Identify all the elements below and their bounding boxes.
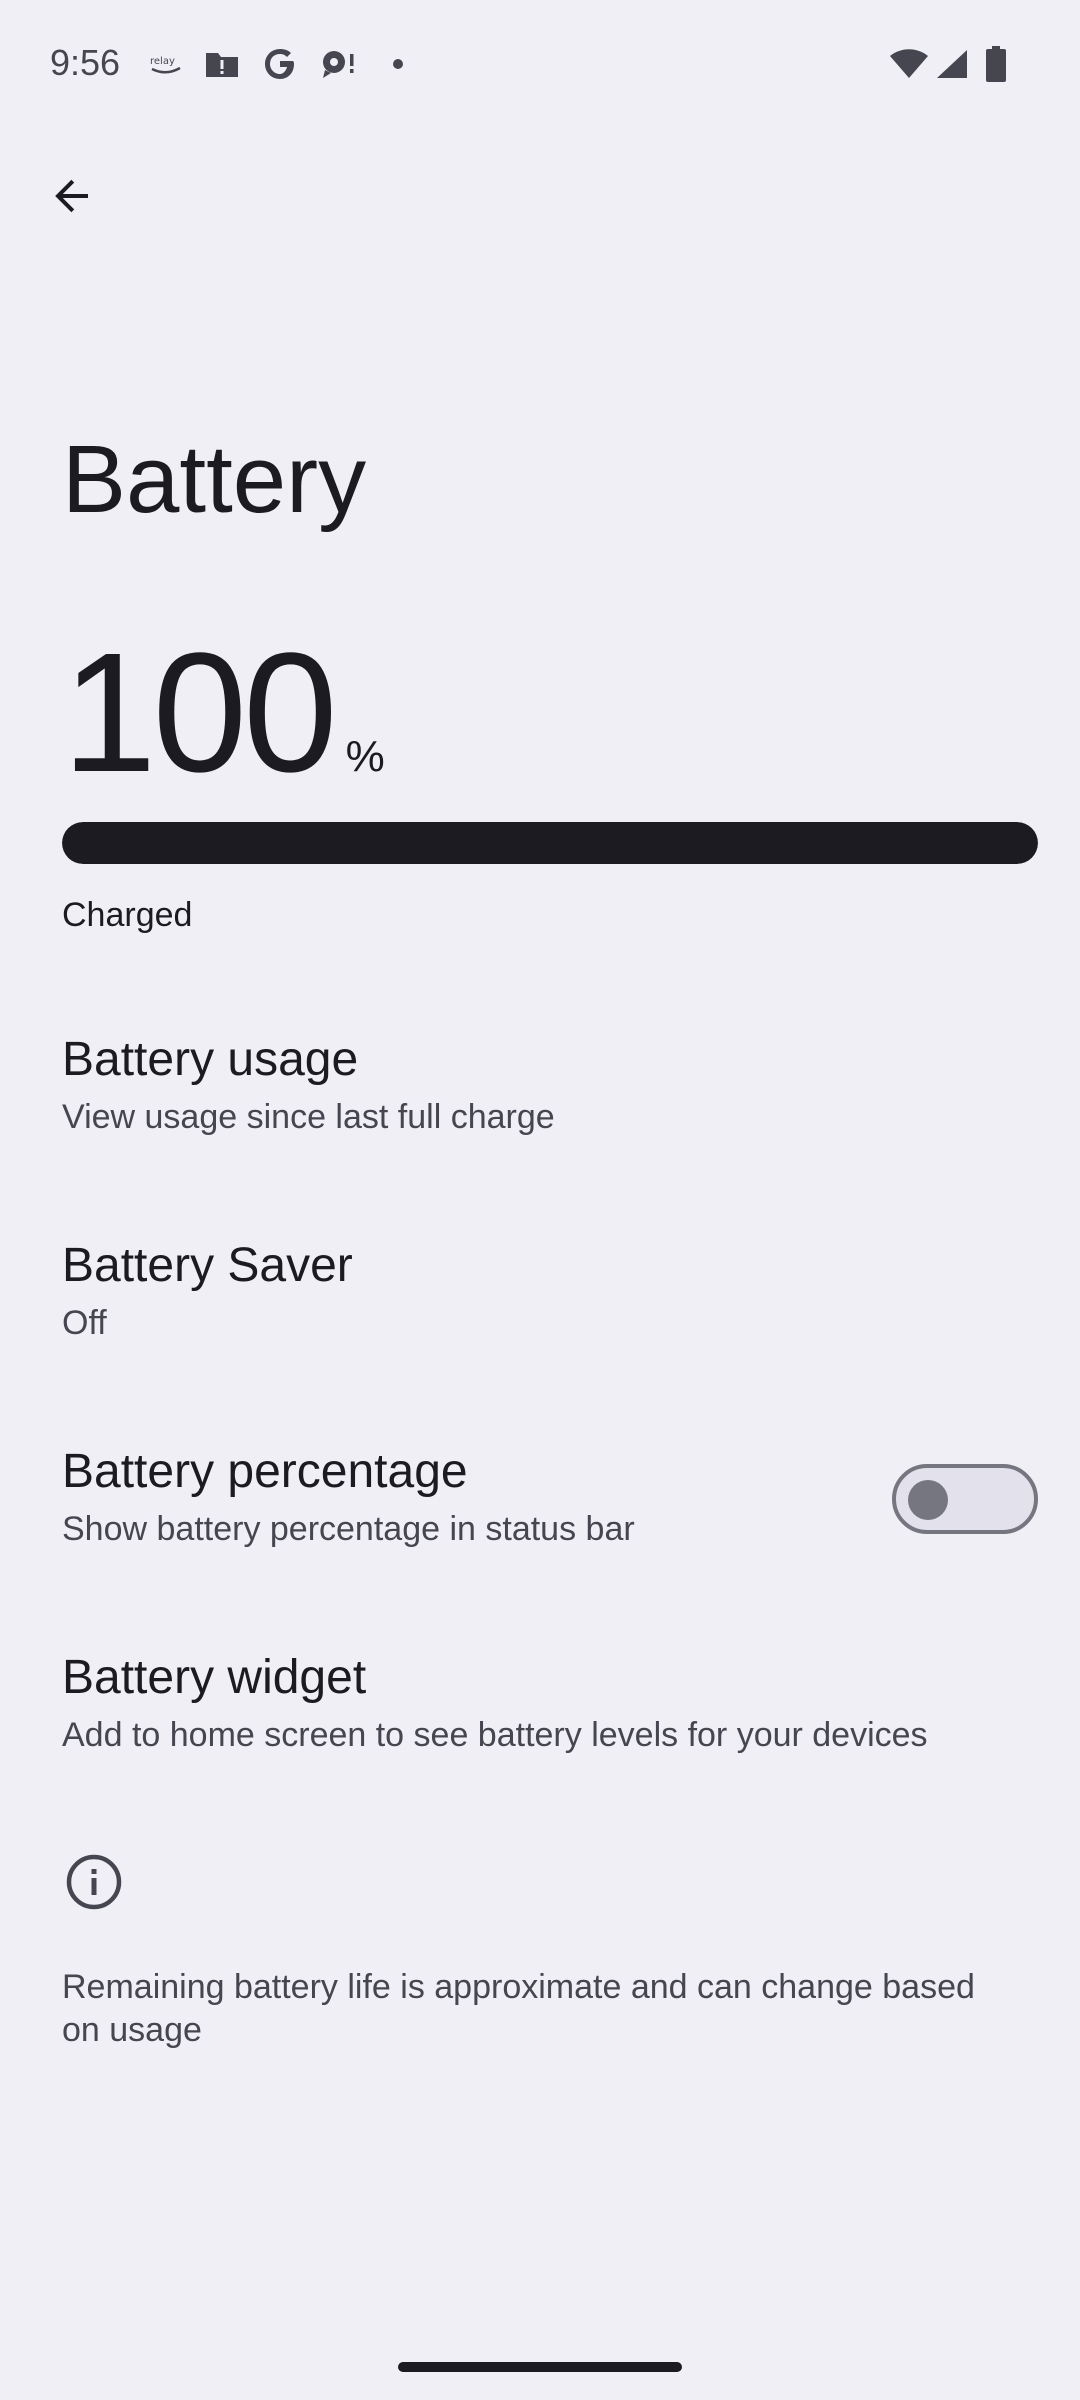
wifi-icon (888, 44, 930, 84)
pref-title: Battery Saver (62, 1239, 353, 1292)
battery-level-number: 100 (62, 618, 338, 808)
battery-level: 100 % (62, 628, 385, 798)
info-icon (64, 1852, 124, 1912)
back-button[interactable] (36, 160, 108, 232)
toggle-thumb (908, 1480, 948, 1520)
pref-title: Battery widget (62, 1651, 367, 1704)
alert-folder-icon (202, 44, 242, 84)
pref-title: Battery percentage (62, 1445, 468, 1498)
relay-icon: relay (146, 44, 186, 84)
status-time: 9:56 (50, 42, 121, 83)
dot-icon (388, 44, 408, 84)
battery-icon (982, 44, 1010, 84)
status-bar: 9:56 relay (0, 0, 1080, 120)
charge-status: Charged (62, 896, 193, 934)
battery-percentage-toggle[interactable] (892, 1464, 1038, 1534)
arrow-back-icon (55, 179, 88, 213)
battery-progress-bar (62, 822, 1038, 864)
battery-level-unit: % (345, 732, 385, 781)
footer-text: Remaining battery life is approximate an… (62, 1968, 975, 2049)
pref-battery-usage[interactable]: Battery usage View usage since last full… (0, 1032, 1080, 1152)
cellular-signal-icon (934, 44, 970, 84)
google-icon (260, 44, 300, 84)
gesture-nav-handle[interactable] (398, 2362, 682, 2372)
pref-title: Battery usage (62, 1033, 359, 1086)
pref-battery-saver[interactable]: Battery Saver Off (0, 1238, 1080, 1358)
pref-summary: Off (62, 1304, 107, 1342)
battery-progress-fill (62, 822, 1038, 864)
page-title: Battery (62, 426, 367, 533)
pref-battery-widget[interactable]: Battery widget Add to home screen to see… (0, 1650, 1080, 1770)
chat-bubble-icon (318, 44, 362, 84)
pref-summary: Add to home screen to see battery levels… (62, 1716, 928, 1754)
svg-text:relay: relay (150, 56, 175, 67)
pref-summary: Show battery percentage in status bar (62, 1510, 635, 1548)
pref-summary: View usage since last full charge (62, 1098, 555, 1136)
